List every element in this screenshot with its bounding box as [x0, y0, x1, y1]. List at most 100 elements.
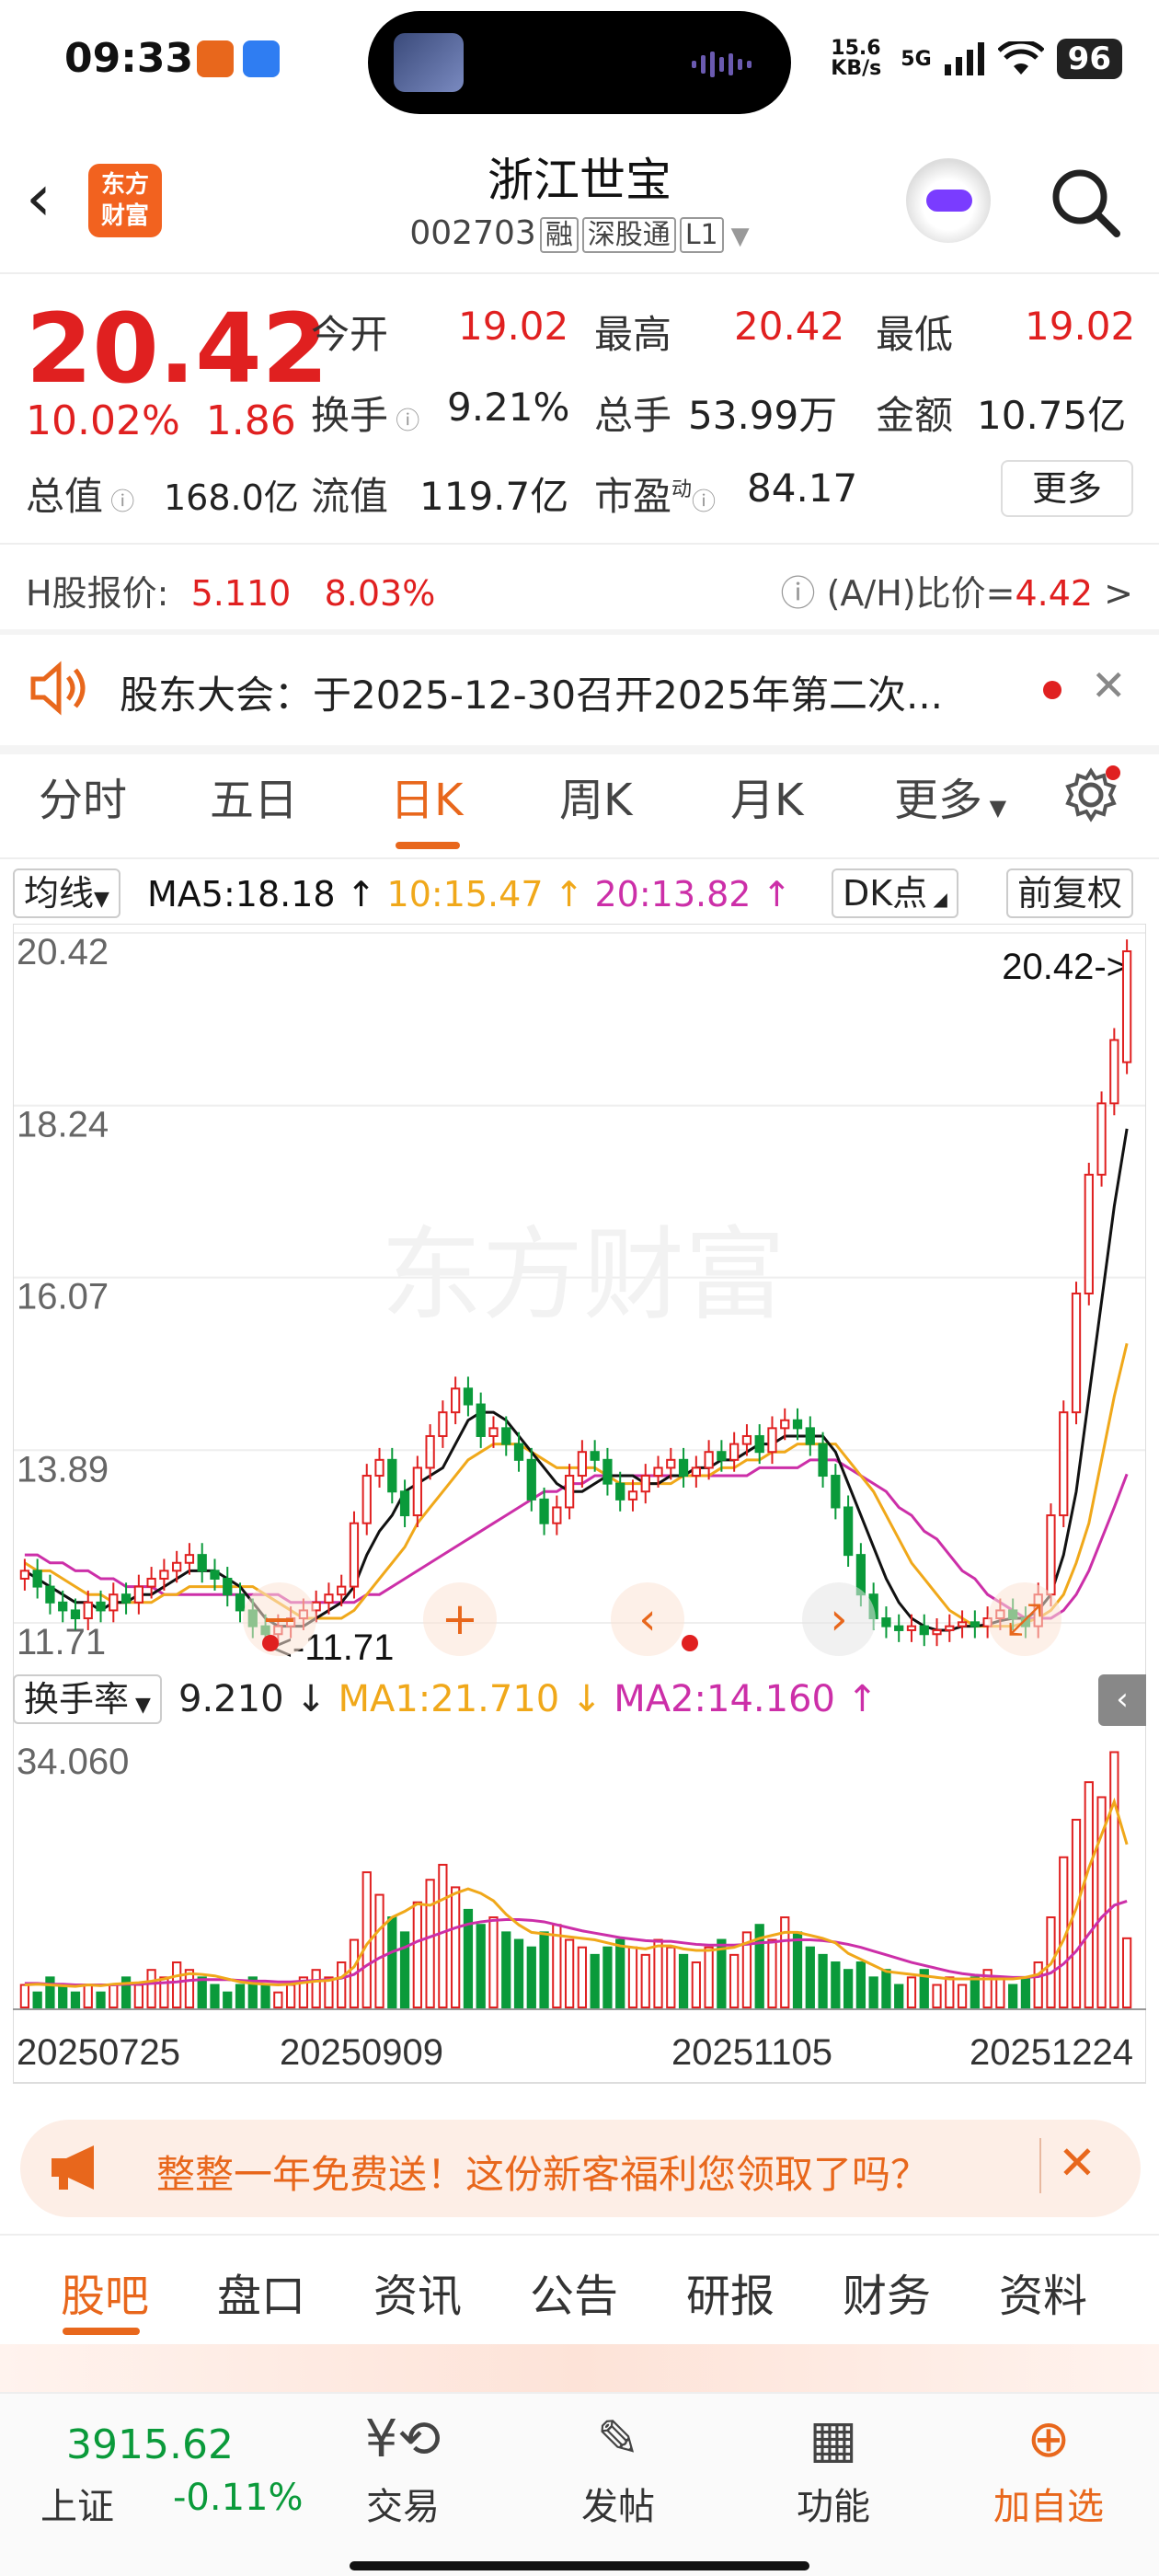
- tab-announcements[interactable]: 公告: [530, 2260, 618, 2324]
- pe-label: 市盈动ⓘ: [594, 474, 717, 519]
- candle-body: [324, 1593, 334, 1604]
- zoom-in-icon[interactable]: +: [423, 1582, 497, 1656]
- turnover-bar: [197, 1976, 207, 2008]
- turnover-bar: [70, 1991, 81, 2009]
- candle-body: [223, 1577, 233, 1596]
- candle-body: [691, 1466, 701, 1478]
- promo-text[interactable]: 整整一年免费送！这份新客福利您领取了吗？: [156, 2144, 929, 2200]
- turnover-bar: [729, 1953, 740, 2008]
- tab-intraday[interactable]: 分时: [39, 764, 127, 828]
- ma10-value: 10:15.47: [386, 874, 544, 914]
- tab-more[interactable]: 更多 ▼: [894, 764, 1006, 828]
- candle-body: [564, 1475, 575, 1509]
- tag-level: L1: [679, 217, 724, 253]
- turnover-bar: [678, 1953, 689, 2008]
- expand-icon[interactable]: ⤢: [988, 1582, 1061, 1656]
- high-label: 最高: [594, 312, 672, 357]
- tab-guba[interactable]: 股吧: [61, 2260, 149, 2324]
- change-pct: 10.02%: [26, 397, 180, 444]
- collapse-panel-icon[interactable]: ‹: [1098, 1674, 1146, 1726]
- tab-pankou[interactable]: 盘口: [217, 2260, 305, 2324]
- ma20-value: 20:13.82: [594, 874, 752, 914]
- candle-body: [210, 1570, 220, 1580]
- dk-point-button[interactable]: DK点 ◢: [832, 868, 958, 918]
- settings-gear-icon[interactable]: [1061, 765, 1120, 824]
- nav-trade[interactable]: ¥⟲ 交易: [329, 2403, 476, 2530]
- nav-post[interactable]: ✎ 发帖: [545, 2403, 692, 2530]
- turnover-bar: [374, 1893, 384, 2008]
- adjust-select[interactable]: 前复权: [1006, 868, 1134, 918]
- indicator-type-select[interactable]: 均线▼: [13, 868, 120, 918]
- battery-indicator: 96: [1056, 39, 1122, 79]
- candle-body: [19, 1570, 30, 1580]
- x-tick-label: 20250909: [280, 2032, 443, 2073]
- turnover-value: 9.21%: [447, 385, 570, 430]
- turnover-bar: [1020, 1976, 1031, 2008]
- help-icon: ⓘ: [780, 573, 827, 614]
- nav-function[interactable]: ▦ 功能: [760, 2403, 907, 2530]
- assistant-robot-icon[interactable]: [906, 158, 991, 243]
- turnover-bar: [425, 1879, 435, 2009]
- section-gap-2: [0, 745, 1159, 754]
- candle-body: [653, 1466, 663, 1478]
- promo-close-icon[interactable]: ✕: [1058, 2136, 1096, 2190]
- tabs-divider: [0, 857, 1159, 859]
- turnover-bar: [109, 1984, 119, 2008]
- dynamic-island[interactable]: [368, 11, 791, 114]
- close-icon[interactable]: ✕: [1091, 661, 1127, 710]
- kline-chart[interactable]: 东方财富 20.4218.2416.0713.8911.7120.42-><-1…: [13, 924, 1146, 2092]
- ah-ratio[interactable]: ⓘ (A/H)比价=4.42 >: [780, 565, 1133, 615]
- h-share-price: 5.110: [190, 573, 292, 614]
- turnover-bar: [577, 1946, 588, 2009]
- y-tick-label: 11.71: [17, 1622, 106, 1662]
- zoom-out-icon[interactable]: −: [243, 1582, 316, 1656]
- mktcap-label: 总值 ⓘ: [26, 474, 135, 519]
- index-name[interactable]: 上证: [40, 2477, 114, 2530]
- index-value[interactable]: 3915.62: [66, 2421, 234, 2468]
- open-label: 今开: [311, 312, 389, 357]
- tab-profile[interactable]: 资料: [999, 2260, 1087, 2324]
- notice-text[interactable]: 股东大会：于2025-12-30召开2025年第二次...: [120, 664, 943, 720]
- prev-icon[interactable]: ‹: [611, 1582, 684, 1656]
- turnover-ma2: MA2:14.160: [614, 1678, 835, 1720]
- candle-body: [678, 1458, 689, 1478]
- tab-five-day[interactable]: 五日: [210, 764, 298, 828]
- index-change[interactable]: -0.11%: [173, 2477, 304, 2519]
- audio-wave-icon: [692, 52, 752, 77]
- candle-body: [45, 1585, 55, 1604]
- tab-news[interactable]: 资讯: [373, 2260, 462, 2324]
- turnover-bar: [96, 1991, 106, 2009]
- turnover-bar: [184, 1969, 195, 2009]
- tab-monthly-k[interactable]: 月K: [730, 764, 803, 828]
- sub-indicator-select[interactable]: 换手率 ▼: [13, 1674, 162, 1724]
- candle-body: [109, 1593, 119, 1612]
- turnover-bar: [223, 1991, 233, 2009]
- tab-daily-k[interactable]: 日K: [390, 764, 463, 828]
- period-tabs: 分时 五日 日K 周K 月K 更多 ▼: [0, 764, 1159, 856]
- candle-body: [704, 1451, 714, 1469]
- turnover-bar: [564, 1938, 575, 2008]
- change-amount: 1.86: [205, 397, 296, 444]
- search-icon[interactable]: [1049, 166, 1122, 239]
- candle-body: [83, 1601, 93, 1620]
- candle-body: [184, 1554, 195, 1564]
- turnover-bar: [932, 1984, 942, 2008]
- volume-label: 总手: [594, 393, 672, 438]
- dropdown-triangle-icon: ▼: [730, 223, 750, 250]
- turnover-bar: [995, 1976, 1005, 2008]
- home-indicator: [350, 2561, 809, 2570]
- nav-add-watchlist[interactable]: ⊕ 加自选: [975, 2403, 1122, 2530]
- turnover-bar: [32, 1991, 42, 2009]
- candle-body: [1046, 1514, 1056, 1596]
- next-icon[interactable]: ›: [802, 1582, 876, 1656]
- active-bottom-tab-indicator: [63, 2328, 140, 2335]
- tab-research[interactable]: 研报: [686, 2260, 775, 2324]
- turnover-bar: [704, 1946, 714, 2009]
- tab-finance[interactable]: 财务: [843, 2260, 931, 2324]
- tab-weekly-k[interactable]: 周K: [559, 764, 632, 828]
- more-button[interactable]: 更多: [1001, 460, 1133, 517]
- turnover-bar: [285, 1984, 296, 2008]
- turnover-bar: [767, 1938, 777, 2008]
- h-share-row[interactable]: H股报价: 5.110 8.03%: [26, 565, 435, 615]
- candle-body: [754, 1434, 764, 1454]
